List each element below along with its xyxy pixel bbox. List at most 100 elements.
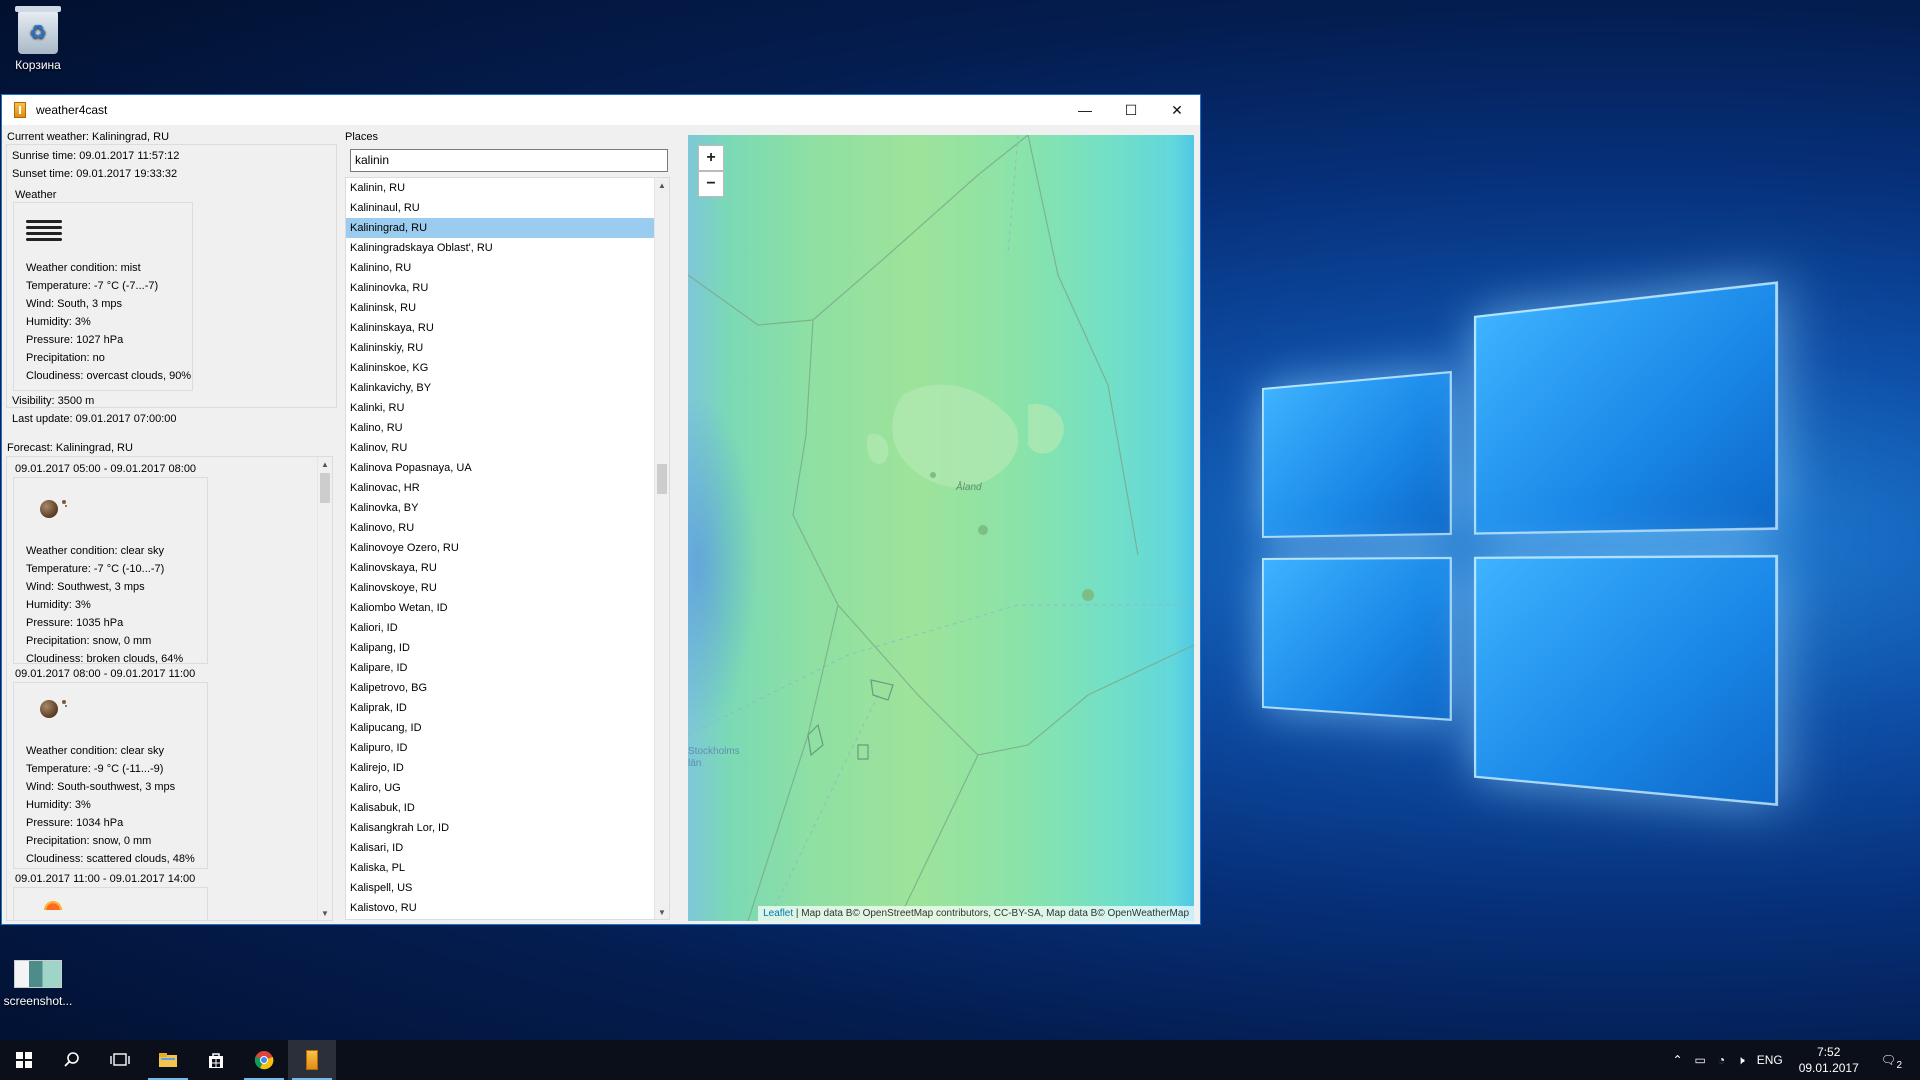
current-weather-group: Sunrise time: 09.01.2017 11:57:12 Sunset… xyxy=(6,144,337,408)
place-list-item[interactable]: Kaliningradskaya Oblast', RU xyxy=(346,238,669,258)
zoom-in-button[interactable]: + xyxy=(698,145,724,171)
place-list-item[interactable]: Kaliro, UG xyxy=(346,778,669,798)
scroll-down-arrow-icon[interactable]: ▼ xyxy=(655,905,669,919)
place-list-item[interactable]: Kalipang, ID xyxy=(346,638,669,658)
place-list-item[interactable]: Kalininskaya, RU xyxy=(346,318,669,338)
forecast-humidity: Humidity: 3% xyxy=(26,799,91,811)
place-list-item[interactable]: Kalipetrovo, BG xyxy=(346,678,669,698)
title-bar[interactable]: weather4cast — ☐ ✕ xyxy=(2,95,1200,125)
forecast-scrollbar[interactable]: ▲ ▼ xyxy=(317,457,332,920)
places-list[interactable]: Kalinin, RU Kalininaul, RU Kaliningrad, RU… xyxy=(345,177,670,920)
start-button[interactable] xyxy=(0,1040,48,1080)
current-condition: Weather condition: mist xyxy=(26,262,141,274)
chevron-up-icon[interactable]: ⌃ xyxy=(1672,1053,1682,1067)
place-list-item[interactable]: Kalinkavichy, BY xyxy=(346,378,669,398)
windows-start-icon xyxy=(16,1052,32,1068)
weather-map[interactable]: Åland Stockholms län + − Leaflet | Map d… xyxy=(688,135,1194,921)
place-list-item[interactable]: Kalistovo, RU xyxy=(346,898,669,918)
notifications-button[interactable]: 🗨 2 xyxy=(1875,1053,1902,1067)
screenshot-file-shortcut[interactable]: screenshot... xyxy=(0,960,83,1008)
place-list-item[interactable]: Kalinin, RU xyxy=(346,178,669,198)
place-list-item[interactable]: Kalininaul, RU xyxy=(346,198,669,218)
map-overlay xyxy=(688,135,1194,921)
scroll-down-arrow-icon[interactable]: ▼ xyxy=(318,906,332,920)
scroll-up-arrow-icon[interactable]: ▲ xyxy=(318,457,332,471)
place-list-item[interactable]: Kalinino, RU xyxy=(346,258,669,278)
forecast-period-box xyxy=(13,887,208,921)
search-button[interactable] xyxy=(48,1040,96,1080)
place-list-item[interactable]: Kalininskiy, RU xyxy=(346,338,669,358)
scroll-up-arrow-icon[interactable]: ▲ xyxy=(655,178,669,192)
folder-icon xyxy=(158,1052,178,1068)
map-label-aland: Åland xyxy=(956,482,982,493)
places-label: Places xyxy=(345,131,378,143)
place-list-item[interactable]: Kalinovskaya, RU xyxy=(346,558,669,578)
place-list-item[interactable]: Kalipare, ID xyxy=(346,658,669,678)
maximize-button[interactable]: ☐ xyxy=(1108,95,1154,125)
place-list-item[interactable]: Kalino, RU xyxy=(346,418,669,438)
place-list-item[interactable]: Kaliprak, ID xyxy=(346,698,669,718)
clock[interactable]: 7:52 09.01.2017 xyxy=(1799,1044,1859,1076)
place-list-item[interactable]: Kalisari, ID xyxy=(346,838,669,858)
forecast-header: Forecast: Kaliningrad, RU xyxy=(7,442,133,454)
forecast-period-time: 09.01.2017 08:00 - 09.01.2017 11:00 xyxy=(15,668,195,680)
language-indicator[interactable]: ENG xyxy=(1757,1053,1783,1067)
places-search-input[interactable]: kalinin xyxy=(350,149,668,172)
forecast-cloudiness: Cloudiness: scattered clouds, 48% xyxy=(26,853,195,865)
current-wind: Wind: South, 3 mps xyxy=(26,298,122,310)
zoom-out-button[interactable]: − xyxy=(698,171,724,197)
place-list-item[interactable]: Kalinova Popasnaya, UA xyxy=(346,458,669,478)
file-explorer-button[interactable] xyxy=(144,1040,192,1080)
store-button[interactable] xyxy=(192,1040,240,1080)
scroll-thumb[interactable] xyxy=(320,473,330,503)
scroll-thumb[interactable] xyxy=(657,464,667,494)
place-list-item[interactable]: Kaliska, PL xyxy=(346,858,669,878)
place-list-item[interactable]: Kalinovac, HR xyxy=(346,478,669,498)
place-list-item[interactable]: Kalisabuk, ID xyxy=(346,798,669,818)
recycle-bin-shortcut[interactable]: Корзина xyxy=(0,10,83,72)
sun-icon xyxy=(42,900,64,910)
place-list-item[interactable]: Kalininovka, RU xyxy=(346,278,669,298)
task-view-button[interactable] xyxy=(96,1040,144,1080)
place-list-item[interactable]: Kalinovoye Ozero, RU xyxy=(346,538,669,558)
chrome-icon xyxy=(254,1050,274,1070)
place-list-item[interactable]: Kalinovo, RU xyxy=(346,518,669,538)
place-list-item[interactable]: Kalinovskoye, RU xyxy=(346,578,669,598)
place-list-item[interactable]: Kalispell, US xyxy=(346,878,669,898)
screenshot-file-label: screenshot... xyxy=(0,994,83,1008)
forecast-wind: Wind: Southwest, 3 mps xyxy=(26,581,145,593)
forecast-precipitation: Precipitation: snow, 0 mm xyxy=(26,635,151,647)
place-list-item[interactable]: Kalinov, RU xyxy=(346,438,669,458)
place-list-item[interactable]: Kalininskoe, KG xyxy=(346,358,669,378)
forecast-period-time: 09.01.2017 11:00 - 09.01.2017 14:00 xyxy=(15,873,195,885)
place-list-item[interactable]: Kalisangkrah Lor, ID xyxy=(346,818,669,838)
recycle-bin-label: Корзина xyxy=(0,58,83,72)
place-list-item[interactable]: Kaliombo Wetan, ID xyxy=(346,598,669,618)
places-scrollbar[interactable]: ▲ ▼ xyxy=(654,178,669,919)
place-list-item[interactable]: Kalininsk, RU xyxy=(346,298,669,318)
weather4cast-taskbar-button[interactable] xyxy=(288,1040,336,1080)
battery-icon[interactable]: ▭ xyxy=(1695,1053,1706,1067)
forecast-humidity: Humidity: 3% xyxy=(26,599,91,611)
places-list-items: Kalinin, RU Kalininaul, RU Kaliningrad, RU… xyxy=(346,178,669,918)
attribution-text: | Map data B© OpenStreetMap contributors… xyxy=(793,908,1189,919)
place-list-item[interactable]: Kalipuro, ID xyxy=(346,738,669,758)
image-file-icon xyxy=(14,960,62,988)
chrome-button[interactable] xyxy=(240,1040,288,1080)
forecast-period-time: 09.01.2017 05:00 - 09.01.2017 08:00 xyxy=(15,463,196,475)
network-icon[interactable]: ◔ xyxy=(1718,1053,1725,1067)
place-list-item[interactable]: Kaliori, ID xyxy=(346,618,669,638)
leaflet-link[interactable]: Leaflet xyxy=(763,908,793,919)
clock-date: 09.01.2017 xyxy=(1799,1060,1859,1076)
minimize-button[interactable]: — xyxy=(1062,95,1108,125)
place-list-item[interactable]: Kalipucang, ID xyxy=(346,718,669,738)
place-list-item[interactable]: Kalirejo, ID xyxy=(346,758,669,778)
current-weather-header: Current weather: Kaliningrad, RU xyxy=(7,131,169,143)
close-button[interactable]: ✕ xyxy=(1154,95,1200,125)
forecast-scroll-area[interactable]: 09.01.2017 05:00 - 09.01.2017 08:00 Weat… xyxy=(6,456,333,921)
windows-logo-wallpaper xyxy=(1262,281,1778,858)
place-list-item[interactable]: Kalinovka, BY xyxy=(346,498,669,518)
volume-muted-icon[interactable]: 🕨 xyxy=(1737,1053,1745,1068)
place-list-item[interactable]: Kalinki, RU xyxy=(346,398,669,418)
place-list-item[interactable]: Kaliningrad, RU xyxy=(346,218,655,238)
